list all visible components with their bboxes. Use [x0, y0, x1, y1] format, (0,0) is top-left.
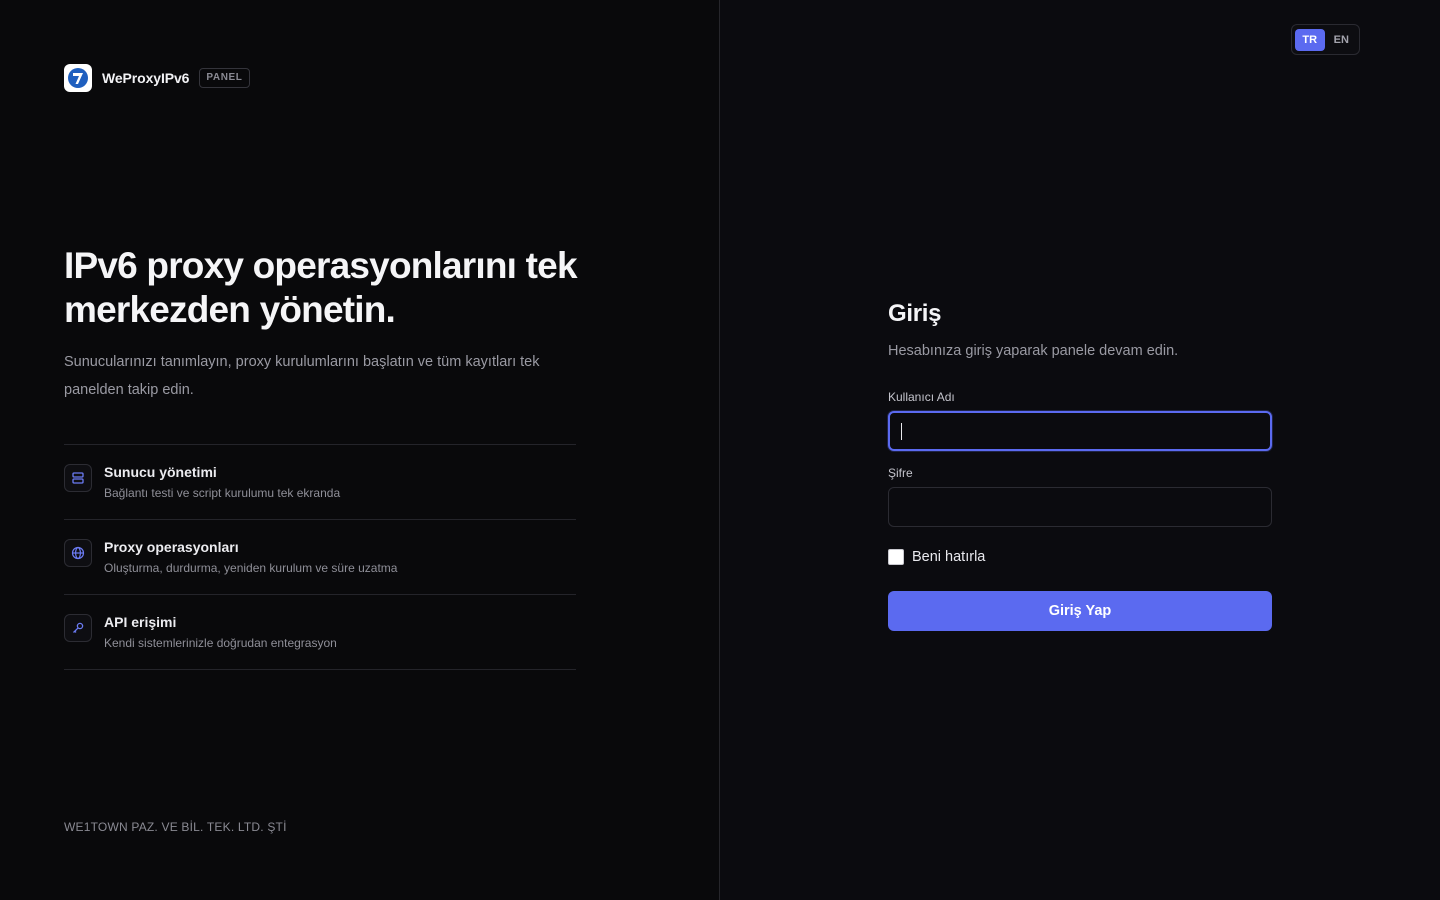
password-label: Şifre	[888, 466, 913, 480]
key-icon	[64, 614, 92, 642]
login-button[interactable]: Giriş Yap	[888, 591, 1272, 631]
login-panel: TR EN Giriş Hesabınıza giriş yaparak pan…	[720, 0, 1440, 900]
feature-list: Sunucu yönetimi Bağlantı testi ve script…	[64, 444, 576, 670]
company-footer: WE1TOWN PAZ. VE BİL. TEK. LTD. ŞTİ	[64, 820, 287, 834]
username-label: Kullanıcı Adı	[888, 390, 955, 404]
server-icon	[64, 464, 92, 492]
remember-checkbox[interactable]	[888, 549, 904, 565]
brand[interactable]: WeProxyIPv6 PANEL	[64, 64, 250, 92]
feature-description: Kendi sistemlerinizle doğrudan entegrasy…	[104, 636, 337, 650]
left-panel: WeProxyIPv6 PANEL IPv6 proxy operasyonla…	[0, 0, 719, 900]
hero-title: IPv6 proxy operasyonlarını tek merkezden…	[64, 245, 578, 330]
hero-subtitle: Sunucularınızı tanımlayın, proxy kurulum…	[64, 354, 540, 398]
logo-icon	[64, 64, 92, 92]
feature-item-api-access: API erişimi Kendi sistemlerinizle doğrud…	[64, 595, 576, 670]
feature-item-proxy-operations: Proxy operasyonları Oluşturma, durdurma,…	[64, 520, 576, 595]
login-subtitle: Hesabınıza giriş yaparak panele devam ed…	[888, 343, 1179, 359]
feature-description: Oluşturma, durdurma, yeniden kurulum ve …	[104, 561, 398, 575]
login-title: Giriş	[888, 300, 942, 327]
username-input[interactable]	[888, 411, 1272, 451]
remember-label[interactable]: Beni hatırla	[912, 549, 985, 565]
panel-badge: PANEL	[199, 68, 250, 88]
text-caret	[901, 423, 902, 440]
feature-title: API erişimi	[104, 614, 177, 630]
feature-item-server-management: Sunucu yönetimi Bağlantı testi ve script…	[64, 445, 576, 520]
password-input[interactable]	[888, 487, 1272, 527]
brand-name: WeProxyIPv6	[102, 70, 190, 86]
remember-me[interactable]: Beni hatırla	[888, 549, 985, 565]
feature-description: Bağlantı testi ve script kurulumu tek ek…	[104, 486, 341, 500]
feature-title: Sunucu yönetimi	[104, 464, 217, 480]
language-option-tr[interactable]: TR	[1295, 28, 1325, 51]
feature-title: Proxy operasyonları	[104, 539, 239, 555]
globe-icon	[64, 539, 92, 567]
language-option-en[interactable]: EN	[1327, 29, 1357, 51]
language-switcher: TR EN	[1291, 24, 1360, 55]
